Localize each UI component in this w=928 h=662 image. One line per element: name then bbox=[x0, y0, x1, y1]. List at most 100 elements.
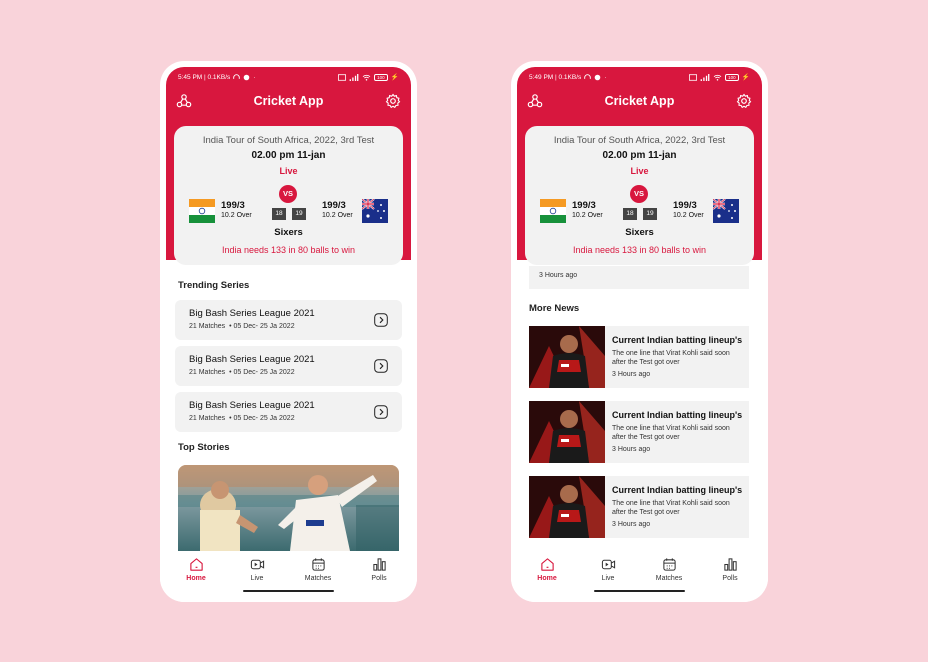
settings-gear-icon[interactable] bbox=[385, 93, 401, 109]
player-photo bbox=[529, 401, 605, 463]
tab-label: Home bbox=[537, 575, 557, 582]
share-network-icon[interactable] bbox=[527, 93, 543, 109]
tab-polls[interactable]: Polls bbox=[705, 557, 755, 582]
match-series: India Tour of South Africa, 2022, 3rd Te… bbox=[553, 135, 726, 146]
team1-score: 199/3 bbox=[572, 200, 596, 211]
team2-score: 199/3 bbox=[673, 200, 697, 211]
tab-home[interactable]: Home bbox=[171, 557, 221, 582]
india-flag-icon bbox=[540, 199, 566, 223]
news-description: The one line that Virat Kohli said soon … bbox=[612, 500, 730, 516]
battery-icon: 100 bbox=[373, 73, 388, 81]
calendar-icon bbox=[662, 558, 676, 571]
series-card[interactable]: Big Bash Series League 2021 21 Matches •… bbox=[175, 392, 402, 432]
app-title: Cricket App bbox=[604, 94, 675, 108]
status-bar: 5:45 PM | 0.1KB/s · 100 ⚡ bbox=[178, 72, 399, 82]
match-live-status: Live bbox=[630, 166, 649, 176]
tab-label: Polls bbox=[722, 575, 738, 582]
team2-overs: 10.2 Over bbox=[673, 212, 704, 219]
home-indicator bbox=[594, 590, 685, 592]
tab-matches[interactable]: Matches bbox=[644, 557, 694, 582]
settings-gear-icon[interactable] bbox=[736, 93, 752, 109]
news-card[interactable]: Current Indian batting lineup's The one … bbox=[529, 476, 749, 538]
tab-label: Home bbox=[186, 575, 206, 582]
vs-badge: VS bbox=[630, 185, 648, 203]
tab-live[interactable]: Live bbox=[583, 557, 633, 582]
news-title: Current Indian batting lineup's bbox=[612, 410, 743, 420]
live-match-card[interactable]: India Tour of South Africa, 2022, 3rd Te… bbox=[525, 126, 754, 265]
series-card[interactable]: Big Bash Series League 2021 21 Matches •… bbox=[175, 346, 402, 386]
news-thumbnail bbox=[529, 326, 605, 388]
previous-news-card[interactable]: 3 Hours ago bbox=[529, 266, 749, 289]
tab-live[interactable]: Live bbox=[232, 557, 282, 582]
bar-chart-icon bbox=[372, 558, 386, 571]
trending-series-title: Trending Series bbox=[178, 280, 250, 291]
home-icon bbox=[540, 558, 554, 571]
status-bar: 5:49 PM | 0.1KB/s · 100 ⚡ bbox=[529, 72, 750, 82]
series-meta: 21 Matches • 05 Dec- 25 Ja 2022 bbox=[189, 415, 295, 422]
player-photo bbox=[529, 326, 605, 388]
tab-label: Live bbox=[250, 575, 264, 582]
tab-matches[interactable]: Matches bbox=[293, 557, 343, 582]
charging-icon: ⚡ bbox=[741, 74, 750, 81]
top-story-image[interactable] bbox=[178, 465, 399, 551]
live-video-icon bbox=[250, 559, 264, 570]
live-match-card[interactable]: India Tour of South Africa, 2022, 3rd Te… bbox=[174, 126, 403, 265]
team1-score: 199/3 bbox=[221, 200, 245, 211]
match-live-status: Live bbox=[279, 166, 298, 176]
sim-icon bbox=[688, 73, 697, 81]
app-notification-icon bbox=[243, 74, 250, 80]
news-card[interactable]: Current Indian batting lineup's The one … bbox=[529, 401, 749, 463]
cricket-players-photo bbox=[178, 465, 399, 551]
team1-score-block: 199/3 10.2 Over bbox=[221, 200, 252, 219]
signal-icon bbox=[700, 73, 710, 81]
calendar-icon bbox=[311, 558, 325, 571]
series-name: Big Bash Series League 2021 bbox=[189, 400, 315, 411]
series-card[interactable]: Big Bash Series League 2021 21 Matches •… bbox=[175, 300, 402, 340]
team1-overs: 10.2 Over bbox=[221, 212, 252, 219]
tab-polls[interactable]: Polls bbox=[354, 557, 404, 582]
match-time: 02.00 pm 11-jan bbox=[602, 150, 677, 161]
series-name: Big Bash Series League 2021 bbox=[189, 308, 315, 319]
tab-label: Matches bbox=[655, 575, 683, 582]
news-description: The one line that Virat Kohli said soon … bbox=[612, 350, 730, 366]
bottom-tab-bar: Home Live Matches Polls bbox=[511, 551, 768, 602]
india-flag-icon bbox=[189, 199, 215, 223]
match-result: Sixers bbox=[625, 227, 654, 238]
chevron-right-icon[interactable] bbox=[374, 405, 388, 419]
news-thumbnail bbox=[529, 476, 605, 538]
chevron-right-icon[interactable] bbox=[374, 313, 388, 327]
tab-home[interactable]: Home bbox=[522, 557, 572, 582]
series-meta: 21 Matches • 05 Dec- 25 Ja 2022 bbox=[189, 323, 295, 330]
australia-flag-icon bbox=[362, 199, 388, 223]
match-needs-text: India needs 133 in 80 balls to win bbox=[572, 245, 707, 255]
status-time: 5:49 PM | 0.1KB/s bbox=[529, 73, 582, 81]
news-card[interactable]: Current Indian batting lineup's The one … bbox=[529, 326, 749, 388]
tab-label: Matches bbox=[304, 575, 332, 582]
match-series: India Tour of South Africa, 2022, 3rd Te… bbox=[202, 135, 375, 146]
news-time-ago: 3 Hours ago bbox=[612, 521, 651, 528]
news-time-ago: 3 Hours ago bbox=[612, 446, 651, 453]
app-bar: Cricket App bbox=[517, 89, 762, 113]
headphones-icon bbox=[584, 73, 592, 79]
bar-chart-icon bbox=[723, 558, 737, 571]
live-video-icon bbox=[601, 559, 615, 570]
share-network-icon[interactable] bbox=[176, 93, 192, 109]
more-news-title: More News bbox=[529, 303, 580, 314]
chip-right: 19 bbox=[292, 208, 306, 220]
chevron-right-icon[interactable] bbox=[374, 359, 388, 373]
series-name: Big Bash Series League 2021 bbox=[189, 354, 315, 365]
dot-icon: · bbox=[604, 73, 607, 81]
wifi-icon bbox=[362, 74, 371, 81]
team2-overs: 10.2 Over bbox=[322, 212, 353, 219]
series-meta: 21 Matches • 05 Dec- 25 Ja 2022 bbox=[189, 369, 295, 376]
app-bar: Cricket App bbox=[166, 89, 411, 113]
team2-score-block: 199/3 10.2 Over bbox=[322, 200, 353, 219]
news-time-ago: 3 Hours ago bbox=[539, 272, 578, 279]
charging-icon: ⚡ bbox=[390, 74, 399, 81]
top-stories-title: Top Stories bbox=[178, 442, 230, 453]
bottom-tab-bar: Home Live Matches Polls bbox=[160, 551, 417, 602]
home-icon bbox=[189, 558, 203, 571]
team2-score: 199/3 bbox=[322, 200, 346, 211]
status-time: 5:45 PM | 0.1KB/s bbox=[178, 73, 231, 81]
headphones-icon bbox=[233, 73, 241, 79]
